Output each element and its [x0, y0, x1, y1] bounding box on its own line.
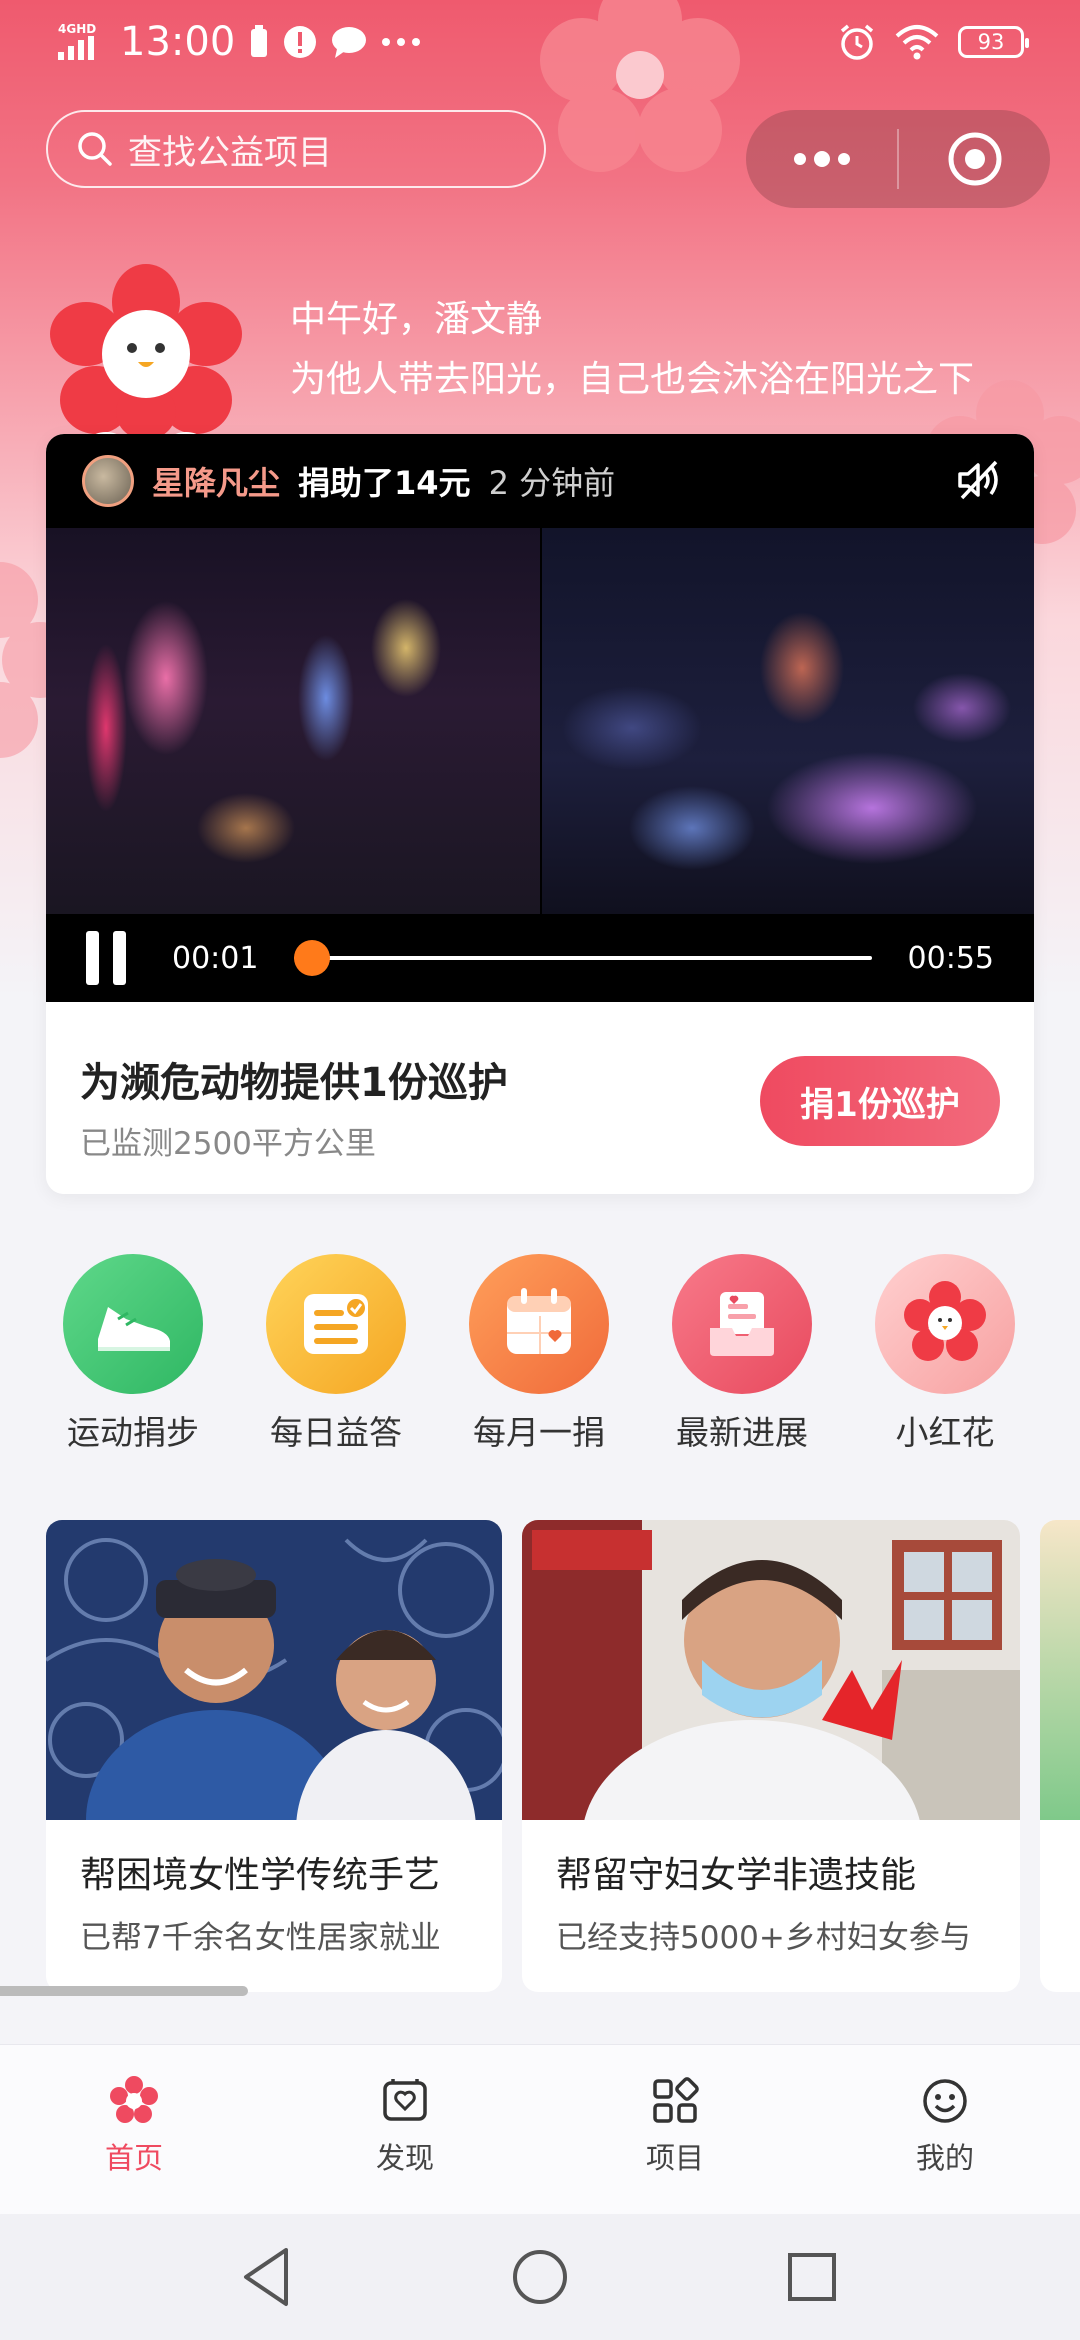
mute-icon[interactable]: [956, 460, 1000, 500]
more-dots-icon: [382, 38, 421, 46]
inbox-tray-icon: [672, 1254, 812, 1394]
donor-name: 星降凡尘: [152, 464, 281, 502]
search-placeholder: 查找公益项目: [128, 132, 332, 173]
greeting-slogan: 为他人带去阳光，自己也会沐浴在阳光之下: [290, 359, 975, 400]
duration: 00:55: [907, 940, 994, 976]
red-flower-icon: [875, 1254, 1015, 1394]
shortcut-latest-progress[interactable]: 最新进展: [657, 1254, 827, 1454]
battery-small-icon: [251, 25, 268, 57]
clock: 13:00: [120, 19, 236, 65]
project-title: 帮困境女性学传统手艺: [80, 1855, 441, 1896]
project-card[interactable]: 帮困境女性学传统手艺 已帮7千余名女性居家就业: [46, 1520, 502, 1992]
search-input[interactable]: 查找公益项目: [46, 110, 546, 188]
donor-time: 2 分钟前: [488, 464, 616, 502]
alarm-icon: [840, 24, 874, 60]
project-card[interactable]: 帮留守妇女学非遗技能 已经支持5000+乡村妇女参与: [522, 1520, 1020, 1992]
chat-icon: [332, 27, 367, 58]
target-close-icon: [948, 132, 1001, 186]
project-subtitle: 已经支持5000+乡村妇女参与: [556, 1920, 971, 1956]
shortcut-label: 每月一捐: [473, 1413, 605, 1452]
tab-label: 项目: [645, 2141, 704, 2175]
donation-ticker: 星降凡尘 捐助了14元 2 分钟前: [46, 434, 1034, 528]
signal-icon: 4GHD: [58, 22, 96, 60]
featured-subtitle: 已监测2500平方公里: [80, 1126, 376, 1162]
video-frame-city: [46, 528, 540, 914]
flower-home-icon: [110, 2076, 158, 2123]
shortcut-label: 小红花: [895, 1413, 995, 1452]
tab-projects[interactable]: 项目: [605, 2075, 745, 2177]
more-dots-icon: [793, 151, 850, 167]
close-miniprogram-button[interactable]: [899, 110, 1050, 208]
system-navigation-bar: [0, 2214, 1080, 2340]
shortcut-row: 运动捐步 每日益答 每月一捐 最新进展 小红花: [0, 1254, 1080, 1454]
back-icon[interactable]: [238, 2242, 294, 2312]
tab-label: 我的: [915, 2141, 974, 2175]
progress-knob[interactable]: [293, 940, 330, 976]
donate-button[interactable]: 捐1份巡护: [760, 1056, 1000, 1146]
featured-title: 为濒危动物提供1份巡护: [80, 1060, 508, 1106]
horizontal-scroll-indicator: [0, 1986, 248, 1996]
mascot-flower-icon: [50, 264, 242, 442]
tab-me[interactable]: 我的: [875, 2075, 1015, 2177]
progress-bar[interactable]: [293, 940, 872, 976]
shortcut-label: 最新进展: [676, 1413, 808, 1452]
bottom-tab-bar: 首页 发现 项目 我的: [0, 2044, 1080, 2215]
pause-button[interactable]: [86, 931, 126, 985]
project-subtitle: 已帮7千余名女性居家就业: [80, 1920, 441, 1956]
shortcut-label: 每日益答: [270, 1413, 402, 1452]
avatar: [82, 455, 134, 507]
shortcut-label: 运动捐步: [67, 1413, 199, 1452]
svg-text:4GHD: 4GHD: [58, 22, 96, 36]
sneaker-icon: [63, 1254, 203, 1394]
featured-video-card[interactable]: 星降凡尘 捐助了14元 2 分钟前 00:01 00:55 为濒危动物提供1份巡…: [46, 434, 1034, 1194]
project-image: [46, 1520, 502, 1930]
video-frame-coral: [542, 528, 1034, 914]
tab-label: 发现: [375, 2141, 434, 2175]
grid-projects-icon: [653, 2077, 699, 2123]
calendar-icon: [469, 1254, 609, 1394]
alert-icon: [284, 26, 317, 58]
project-image: [1040, 1520, 1080, 1820]
video-controls: 00:01 00:55: [46, 914, 1034, 1002]
project-image: [522, 1520, 1020, 1960]
tab-discover[interactable]: 发现: [335, 2075, 475, 2177]
smiley-icon: [923, 2079, 967, 2123]
shortcut-monthly-donate[interactable]: 每月一捐: [454, 1254, 624, 1454]
project-title: 帮留守妇女学非遗技能: [556, 1855, 917, 1896]
project-card-peek[interactable]: [1040, 1520, 1080, 1992]
tab-label: 首页: [104, 2141, 163, 2175]
current-time: 00:01: [172, 940, 259, 976]
recents-square-icon[interactable]: [784, 2242, 840, 2312]
shortcut-red-flower[interactable]: 小红花: [860, 1254, 1030, 1454]
greeting-title: 中午好，潘文静: [290, 299, 543, 340]
discover-icon: [383, 2079, 427, 2121]
miniprogram-capsule: [746, 110, 1050, 208]
donor-action: 捐助了14元: [298, 464, 471, 502]
search-icon: [78, 132, 112, 166]
featured-info: 为濒危动物提供1份巡护 已监测2500平方公里 捐1份巡护: [46, 1002, 1034, 1194]
quiz-card-icon: [266, 1254, 406, 1394]
shortcut-daily-quiz[interactable]: 每日益答: [251, 1254, 421, 1454]
video-player[interactable]: 星降凡尘 捐助了14元 2 分钟前 00:01 00:55: [46, 434, 1034, 1002]
status-bar: 4GHD 13:00 93: [0, 0, 1080, 84]
more-menu-button[interactable]: [746, 110, 897, 208]
wifi-icon: [895, 25, 939, 60]
battery-indicator: 93: [958, 26, 1029, 58]
tab-home[interactable]: 首页: [64, 2075, 204, 2177]
home-circle-icon[interactable]: [512, 2242, 568, 2312]
shortcut-walk-donate[interactable]: 运动捐步: [48, 1254, 218, 1454]
